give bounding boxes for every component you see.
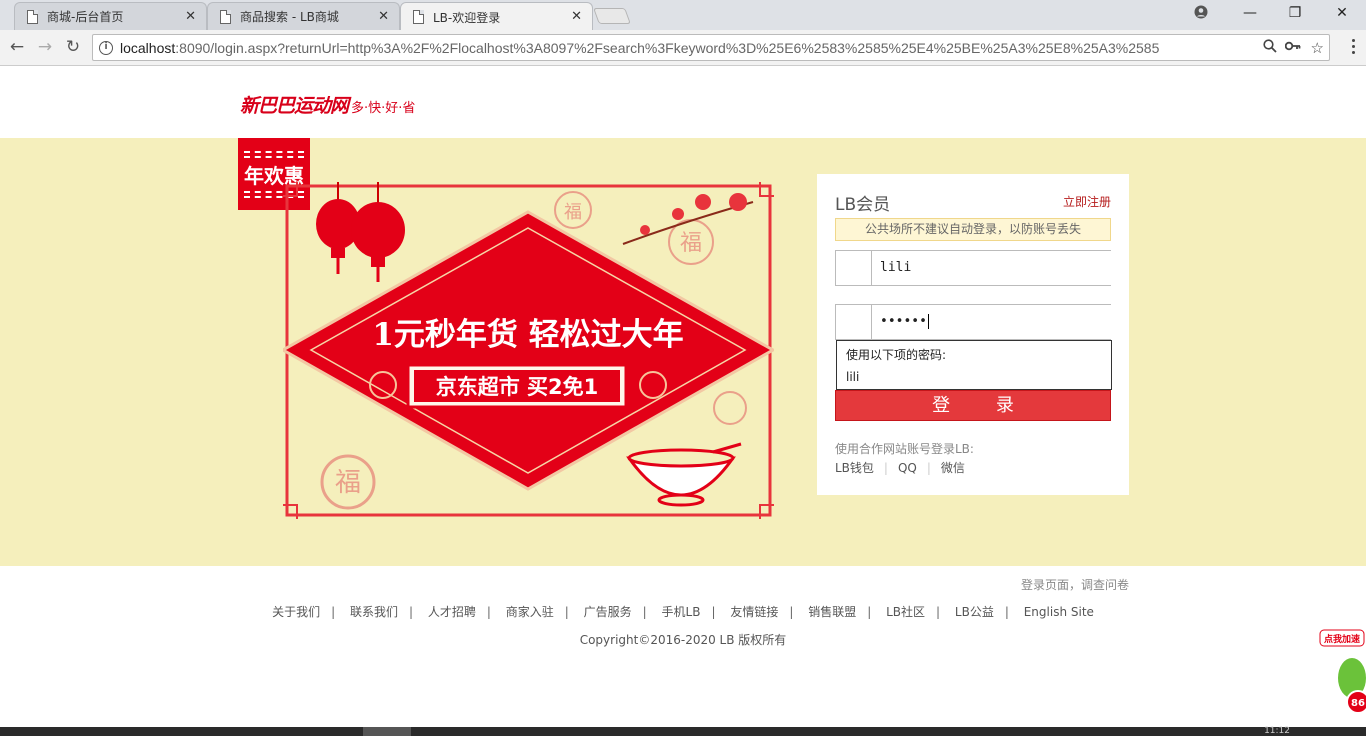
tab-close-icon[interactable]: ✕	[571, 9, 582, 24]
page-icon	[413, 10, 424, 24]
lock-icon	[836, 305, 872, 339]
site-logo[interactable]: 新巴巴运动网 多·快·好·省	[240, 91, 415, 118]
zoom-icon[interactable]	[1263, 39, 1277, 57]
footer-link[interactable]: 广告服务	[584, 605, 632, 619]
speedup-label: 点我加速	[1324, 633, 1360, 645]
star-icon[interactable]: ☆	[1311, 39, 1324, 57]
partner-link-qq[interactable]: QQ	[898, 461, 917, 475]
os-taskbar: 11:12	[0, 727, 1366, 736]
footer-link[interactable]: LB公益	[955, 605, 994, 619]
reload-icon[interactable]: ↻	[62, 37, 84, 57]
partner-login-label: 使用合作网站账号登录LB:	[835, 442, 974, 456]
login-panel: LB会员 立即注册 公共场所不建议自动登录，以防账号丢失 lili ••••••…	[817, 174, 1129, 495]
password-value[interactable]: ••••••	[880, 314, 929, 329]
autofill-suggestion[interactable]: lili	[846, 370, 859, 384]
footer-link[interactable]: English Site	[1024, 605, 1094, 619]
autofill-header: 使用以下项的密码:	[846, 348, 947, 362]
promo-subline: 京东超市 买2免1	[436, 375, 599, 399]
footer-link[interactable]: 关于我们	[272, 605, 320, 619]
partner-link-wechat[interactable]: 微信	[941, 461, 965, 475]
footer-link[interactable]: LB社区	[886, 605, 925, 619]
tab-title: 商品搜索 - LB商城	[240, 10, 339, 24]
tab-close-icon[interactable]: ✕	[185, 9, 196, 24]
footer-link[interactable]: 手机LB	[662, 605, 701, 619]
partner-login-links: LB钱包 | QQ | 微信	[835, 461, 965, 475]
fu-seal	[713, 391, 747, 425]
promo-headline: 1元秒年货 轻松过大年	[372, 317, 683, 353]
address-bar[interactable]: i localhost:8090/login.aspx?returnUrl=ht…	[92, 34, 1330, 61]
speedup-widget[interactable]: 点我加速 86	[1318, 626, 1366, 726]
speedup-count: 86	[1351, 698, 1365, 709]
footer-link[interactable]: 友情链接	[730, 605, 778, 619]
page-icon	[27, 9, 38, 24]
fu-seal-char: 福	[335, 468, 361, 498]
close-icon[interactable]: ✕	[1332, 5, 1352, 21]
key-icon[interactable]	[1284, 39, 1301, 57]
login-button[interactable]: 登 录	[835, 390, 1111, 421]
site-header: 新巴巴运动网 多·快·好·省	[0, 67, 1366, 138]
lantern-icon	[351, 182, 405, 282]
footer-link[interactable]: 人才招聘	[428, 605, 476, 619]
logo-text: 新巴巴运动网	[240, 95, 349, 117]
new-tab-button[interactable]	[593, 8, 631, 24]
forward-icon[interactable]: →	[34, 37, 56, 57]
info-icon[interactable]: i	[99, 41, 113, 55]
logo-slogan: 多·快·好·省	[351, 101, 416, 116]
partner-link-wallet[interactable]: LB钱包	[835, 461, 874, 475]
tab-title: LB-欢迎登录	[433, 10, 501, 25]
browser-tab-2[interactable]: 商品搜索 - LB商城 ✕	[207, 2, 400, 30]
browser-tab-1[interactable]: 商城-后台首页 ✕	[14, 2, 207, 30]
taskbar-clock: 11:12	[1264, 726, 1290, 736]
user-icon	[836, 251, 872, 285]
page-icon	[220, 9, 231, 24]
copyright: Copyright©2016-2020 LB 版权所有	[579, 633, 787, 647]
password-field[interactable]: ••••••	[835, 304, 1111, 340]
username-field[interactable]: lili	[835, 250, 1111, 286]
login-tip: 公共场所不建议自动登录，以防账号丢失	[835, 218, 1111, 241]
restore-icon[interactable]: ❐	[1285, 5, 1305, 21]
footer-link[interactable]: 销售联盟	[808, 605, 856, 619]
browser-tab-3[interactable]: LB-欢迎登录 ✕	[400, 2, 593, 31]
tab-title: 商城-后台首页	[47, 10, 124, 24]
username-value[interactable]: lili	[880, 260, 911, 275]
address-toolbar: ← → ↻ i localhost:8090/login.aspx?return…	[0, 30, 1366, 66]
tab-close-icon[interactable]: ✕	[378, 9, 389, 24]
fu-seal-char: 福	[564, 202, 582, 223]
browser-tab-bar: 商城-后台首页 ✕ 商品搜索 - LB商城 ✕ LB-欢迎登录 ✕ — ❐ ✕	[0, 0, 1366, 31]
url-text: localhost:8090/login.aspx?returnUrl=http…	[120, 40, 1160, 56]
password-autofill-dropdown: 使用以下项的密码: lili	[836, 340, 1112, 390]
menu-icon[interactable]	[1352, 39, 1356, 57]
footer-link[interactable]: 联系我们	[350, 605, 398, 619]
taskbar-app-button[interactable]	[363, 727, 411, 736]
survey-link[interactable]: 登录页面，调查问卷	[1021, 576, 1129, 593]
rice-bowl-icon	[626, 442, 742, 507]
login-title: LB会员	[835, 195, 891, 215]
minimize-icon[interactable]: —	[1240, 5, 1260, 21]
register-link[interactable]: 立即注册	[1063, 193, 1111, 210]
promo-banner[interactable]: 福 福 福 1元秒年货 轻松过大年 京东超市 买2免1	[283, 182, 774, 519]
account-icon[interactable]	[1191, 5, 1211, 23]
back-icon[interactable]: ←	[6, 37, 28, 57]
fu-seal-char: 福	[680, 231, 702, 256]
footer-links: 关于我们 | 联系我们 | 人才招聘 | 商家入驻 | 广告服务 | 手机LB | 友情链接…	[272, 605, 1094, 619]
footer-link[interactable]: 商家入驻	[506, 605, 554, 619]
